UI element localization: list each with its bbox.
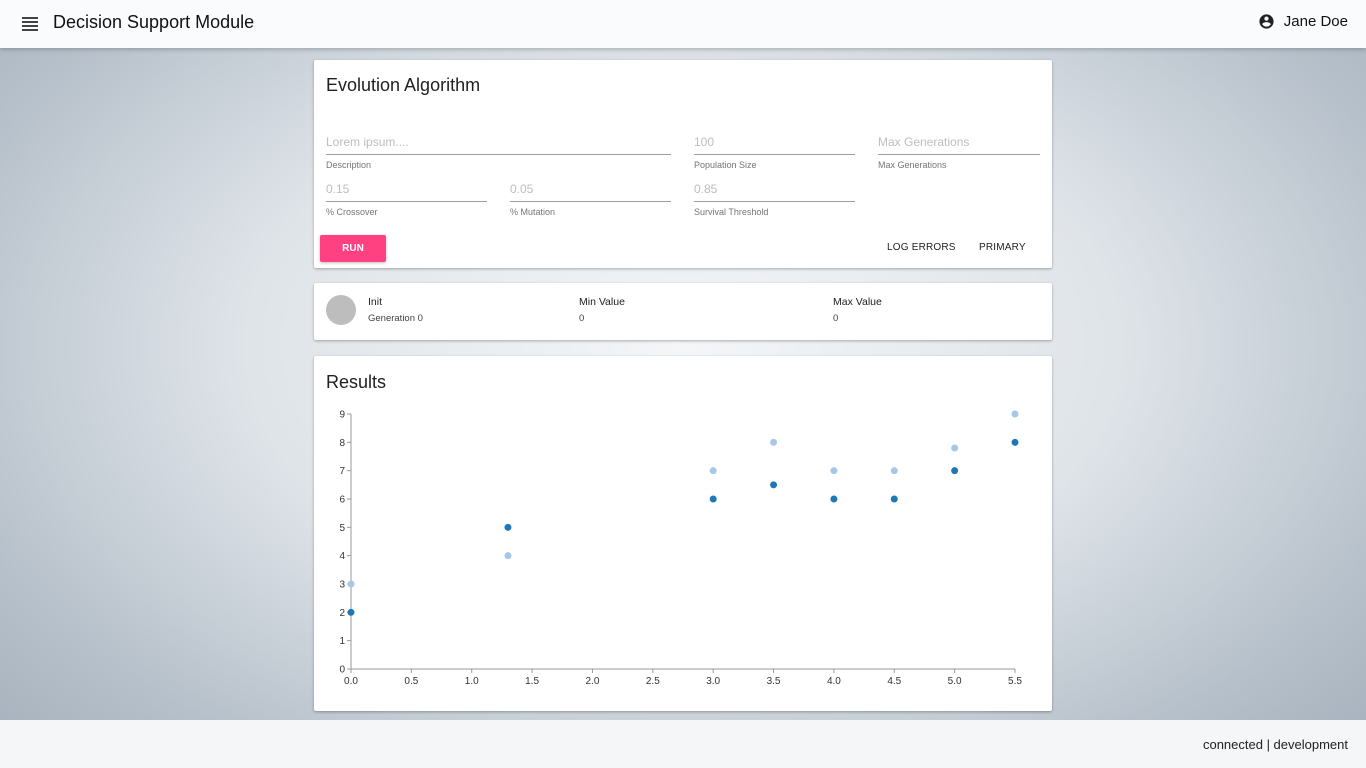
x-tick-label: 5.5 [1008,676,1022,687]
x-tick-label: 5.0 [948,676,962,687]
survival-threshold-field: Survival Threshold [694,180,855,217]
data-point [890,495,898,503]
population-size-field: Population Size [694,133,855,170]
x-tick-label: 4.5 [887,676,901,687]
crossover-input[interactable] [326,180,487,202]
x-tick-label: 1.5 [525,676,539,687]
crossover-field: % Crossover [326,180,487,217]
account-circle-icon [1259,14,1274,29]
max-generations-input[interactable] [878,133,1040,155]
survival-threshold-input[interactable] [694,180,855,202]
x-tick-label: 3.0 [706,676,720,687]
data-point [830,467,838,475]
survival-threshold-label: Survival Threshold [694,207,769,217]
max-generations-label: Max Generations [878,160,947,170]
connection-status: connected | development [1202,737,1348,752]
y-tick-label: 4 [339,551,345,562]
mutation-input[interactable] [510,180,671,202]
y-tick-label: 3 [339,580,345,591]
x-tick-label: 0.5 [404,676,418,687]
data-point [770,481,778,489]
x-tick-label: 4.0 [827,676,841,687]
primary-button[interactable]: PRIMARY [979,242,1026,253]
max-value-label: Max Value [833,296,882,308]
data-point [504,552,512,560]
app-bar: Decision Support Module Jane Doe [0,0,1366,48]
data-point [347,580,355,588]
x-tick-label: 3.5 [767,676,781,687]
x-tick-label: 0.0 [344,676,358,687]
status-avatar [326,295,356,325]
data-point [504,523,512,531]
x-tick-label: 2.5 [646,676,660,687]
status-generation: Generation 0 [368,313,423,324]
y-tick-label: 6 [339,495,345,506]
evolution-algorithm-card: Evolution Algorithm Description Populati… [314,60,1052,268]
population-size-label: Population Size [694,160,757,170]
data-point [1011,410,1019,418]
footer: connected | development [0,720,1366,768]
status-state: Init [368,296,383,308]
y-tick-label: 8 [339,438,345,449]
crossover-label: % Crossover [326,207,378,217]
x-tick-label: 2.0 [586,676,600,687]
results-scatter-chart: 0 1 2 3 4 5 6 7 8 9 0.0 0.5 1.0 1.5 2.0 2.5 3.0 3.5 4.0 4.5… [339,410,1022,688]
results-card: Results 0 1 2 3 4 5 6 7 8 9 0.0 0.5 1.0 1.5 2.0 2.5 3.0 3… [314,356,1052,711]
data-point [890,467,898,475]
description-field: Description [326,133,671,170]
log-errors-button[interactable]: LOG ERRORS [887,242,956,253]
user-name: Jane Doe [1283,13,1348,30]
y-tick-label: 1 [339,636,345,647]
y-tick-label: 2 [339,608,345,619]
description-label: Description [326,160,372,170]
data-point [347,608,355,616]
run-button[interactable]: RUN [320,235,386,262]
app-title: Decision Support Module [53,12,255,32]
user-menu[interactable]: Jane Doe [1258,13,1348,30]
status-card: Init Generation 0 Min Value 0 Max Value … [314,283,1052,340]
data-point [709,467,717,475]
description-input[interactable] [326,133,671,155]
x-tick-label: 1.0 [465,676,479,687]
data-point [770,438,778,446]
mutation-field: % Mutation [510,180,671,217]
menu-icon[interactable] [22,17,38,31]
data-point [951,444,959,452]
card-title: Evolution Algorithm [326,75,481,95]
y-tick-label: 5 [339,523,345,534]
mutation-label: % Mutation [510,207,556,217]
max-value: 0 [833,313,839,324]
data-point [1011,438,1019,446]
data-point [830,495,838,503]
min-value: 0 [579,313,585,324]
data-point [951,467,959,475]
min-value-label: Min Value [579,296,625,308]
y-tick-label: 9 [339,410,345,421]
data-point [709,495,717,503]
population-size-input[interactable] [694,133,855,155]
y-tick-label: 7 [339,466,345,477]
y-tick-label: 0 [339,665,345,676]
max-generations-field: Max Generations [878,133,1040,170]
